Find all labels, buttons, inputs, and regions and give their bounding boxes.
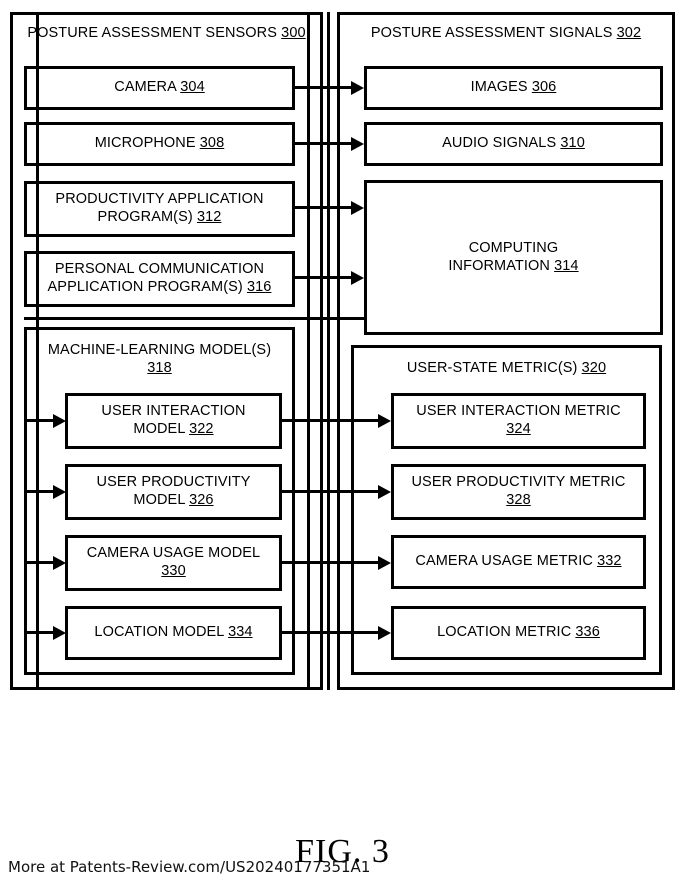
watermark-text: More at Patents-Review.com/US20240177351…: [8, 858, 371, 876]
connector-location-model-to-metric: [282, 631, 379, 634]
box-user-interaction-metric[interactable]: USER INTERACTION METRIC 324: [391, 393, 646, 449]
box-personal-communication-application-programs-label: PERSONAL COMMUNICATION APPLICATION PROGRA…: [47, 261, 272, 295]
box-microphone-label: MICROPHONE 308: [94, 135, 225, 152]
box-productivity-application-programs-label: PRODUCTIVITY APPLICATION PROGRAM(S) 312: [55, 191, 264, 225]
connector-sensors-bus-to-computing-information: [24, 317, 364, 320]
connector-ml-input-bus-vertical: [24, 419, 27, 631]
box-productivity-application-programs[interactable]: PRODUCTIVITY APPLICATION PROGRAM(S) 312: [24, 181, 295, 237]
box-camera-usage-model-label: CAMERA USAGE MODEL 330: [86, 545, 261, 579]
connector-ml-outer-bus-vertical: [36, 12, 39, 690]
box-computing-information[interactable]: COMPUTING INFORMATION 314: [364, 180, 663, 335]
box-user-productivity-metric[interactable]: USER PRODUCTIVITY METRIC 328: [391, 464, 646, 520]
connector-microphone-to-audio-signals: [295, 142, 352, 145]
connector-user-interaction-model-to-metric: [282, 419, 379, 422]
box-camera-label: CAMERA 304: [114, 79, 205, 96]
connector-camera-to-images: [295, 86, 352, 89]
connector-vertical-trunk-right: [327, 12, 330, 690]
arrow-input-to-location-model: [53, 625, 66, 640]
arrow-input-to-user-interaction-model: [53, 413, 66, 428]
box-camera-usage-model[interactable]: CAMERA USAGE MODEL 330: [65, 535, 282, 591]
group-title-sensors: POSTURE ASSESSMENT SENSORS 300: [13, 25, 320, 43]
group-title-signals-ref: 302: [616, 25, 642, 41]
group-title-user-state-metrics: USER-STATE METRIC(S) 320: [354, 360, 659, 378]
group-title-sensors-ref: 300: [281, 25, 306, 41]
arrow-personal-communication-to-computing-information: [351, 270, 364, 285]
box-audio-signals[interactable]: AUDIO SIGNALS 310: [364, 122, 663, 166]
connector-user-productivity-model-to-metric: [282, 490, 379, 493]
box-camera-usage-metric-label: CAMERA USAGE METRIC 332: [415, 553, 622, 570]
group-title-user-state-metrics-text: USER-STATE METRIC(S): [406, 360, 582, 376]
box-user-productivity-model-label: USER PRODUCTIVITY MODEL 326: [96, 474, 251, 508]
group-title-machine-learning-models-text: MACHINE-LEARNING MODEL(S): [47, 342, 272, 358]
group-title-sensors-text: POSTURE ASSESSMENT SENSORS: [27, 25, 282, 41]
box-microphone[interactable]: MICROPHONE 308: [24, 122, 295, 166]
box-user-productivity-model[interactable]: USER PRODUCTIVITY MODEL 326: [65, 464, 282, 520]
box-location-model-label: LOCATION MODEL 334: [94, 624, 253, 641]
connector-personal-communication-to-computing-information: [295, 276, 352, 279]
connector-camera-usage-model-to-metric: [282, 561, 379, 564]
arrow-user-interaction-model-to-metric: [378, 413, 391, 428]
arrow-productivity-to-computing-information: [351, 200, 364, 215]
arrow-user-productivity-model-to-metric: [378, 484, 391, 499]
group-title-user-state-metrics-ref: 320: [581, 360, 607, 376]
arrow-camera-to-images: [351, 80, 364, 95]
connector-vertical-trunk-left: [307, 12, 310, 690]
group-title-signals: POSTURE ASSESSMENT SIGNALS 302: [340, 25, 672, 43]
box-camera-usage-metric[interactable]: CAMERA USAGE METRIC 332: [391, 535, 646, 589]
group-title-machine-learning-models: MACHINE-LEARNING MODEL(S) 318: [27, 342, 292, 377]
box-camera[interactable]: CAMERA 304: [24, 66, 295, 110]
box-computing-information-label: COMPUTING INFORMATION 314: [448, 239, 579, 274]
connector-productivity-to-computing-information: [295, 206, 352, 209]
box-location-model[interactable]: LOCATION MODEL 334: [65, 606, 282, 660]
arrow-camera-usage-model-to-metric: [378, 555, 391, 570]
box-audio-signals-label: AUDIO SIGNALS 310: [442, 135, 585, 152]
arrow-location-model-to-metric: [378, 625, 391, 640]
group-title-signals-text: POSTURE ASSESSMENT SIGNALS: [370, 25, 617, 41]
box-personal-communication-application-programs[interactable]: PERSONAL COMMUNICATION APPLICATION PROGRA…: [24, 251, 295, 307]
box-user-productivity-metric-label: USER PRODUCTIVITY METRIC 328: [411, 474, 626, 508]
box-images-label: IMAGES 306: [470, 79, 557, 96]
group-title-machine-learning-models-ref: 318: [147, 359, 172, 376]
arrow-input-to-camera-usage-model: [53, 555, 66, 570]
box-location-metric[interactable]: LOCATION METRIC 336: [391, 606, 646, 660]
box-user-interaction-model[interactable]: USER INTERACTION MODEL 322: [65, 393, 282, 449]
box-images[interactable]: IMAGES 306: [364, 66, 663, 110]
arrow-input-to-user-productivity-model: [53, 484, 66, 499]
arrow-microphone-to-audio-signals: [351, 136, 364, 151]
box-user-interaction-model-label: USER INTERACTION MODEL 322: [101, 403, 246, 437]
box-user-interaction-metric-label: USER INTERACTION METRIC 324: [416, 403, 621, 437]
patent-figure: POSTURE ASSESSMENT SENSORS 300 CAMERA 30…: [0, 0, 685, 888]
box-location-metric-label: LOCATION METRIC 336: [437, 624, 600, 641]
